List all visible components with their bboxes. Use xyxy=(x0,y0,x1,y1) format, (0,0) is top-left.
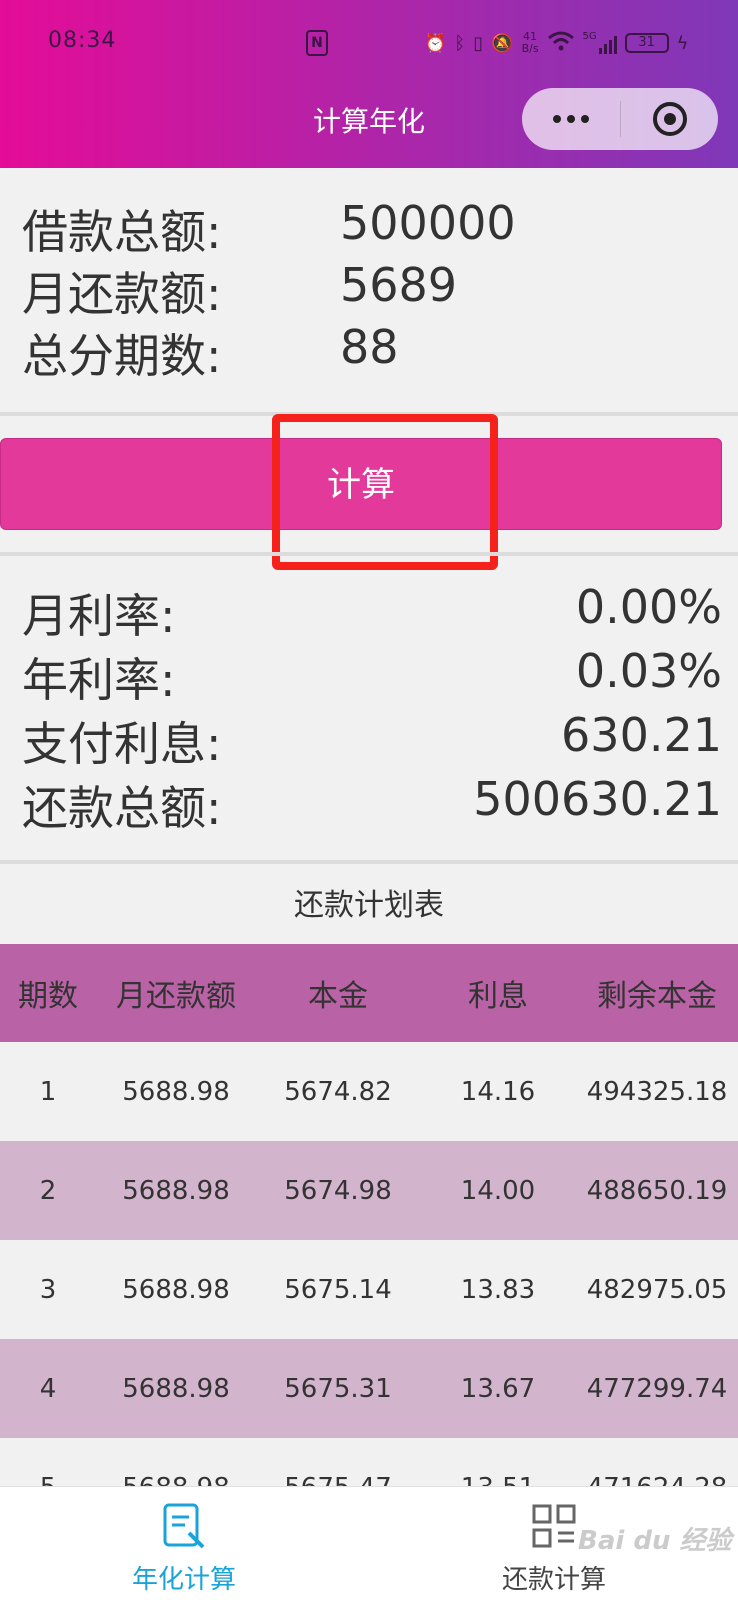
table-header: 期数 月还款额 本金 利息 剩余本金 xyxy=(0,944,738,1042)
loan-amount-label: 借款总额: xyxy=(22,205,222,259)
schedule-title: 还款计划表 xyxy=(294,888,444,923)
mute-icon: 🔕 xyxy=(491,32,514,54)
monthly-payment-input[interactable]: 5689 xyxy=(340,258,457,312)
status-bar: 08:34 N ⏰ ᛒ ▯ 🔕 41 B/s 5G 31 ϟ xyxy=(0,22,738,64)
column-header: 剩余本金 xyxy=(597,979,717,1014)
document-edit-icon xyxy=(163,1503,205,1549)
divider xyxy=(0,860,738,864)
monthly-payment-label: 月还款额: xyxy=(22,267,222,321)
monthly-rate-value: 0.00% xyxy=(575,580,722,634)
close-button[interactable] xyxy=(621,88,718,150)
status-icons: ⏰ ᛒ ▯ 🔕 41 B/s 5G 31 ϟ xyxy=(424,28,689,58)
wifi-icon xyxy=(547,30,575,57)
mini-program-capsule xyxy=(522,88,718,150)
interest-paid-value: 630.21 xyxy=(561,708,722,762)
total-repayment-value: 500630.21 xyxy=(473,772,722,826)
annual-rate-label: 年利率: xyxy=(22,653,176,707)
status-time: 08:34 xyxy=(48,28,117,53)
table-row: 2 5688.98 5674.98 14.00 488650.19 xyxy=(0,1141,738,1240)
vibrate-icon: ▯ xyxy=(473,32,484,54)
loan-amount-input[interactable]: 500000 xyxy=(340,196,516,250)
table-row: 4 5688.98 5675.31 13.67 477299.74 xyxy=(0,1339,738,1438)
calculate-button[interactable]: 计算 xyxy=(0,438,722,530)
charging-icon: ϟ xyxy=(676,32,689,54)
interest-paid-row: 支付利息: 630.21 xyxy=(22,708,722,771)
monthly-rate-label: 月利率: xyxy=(22,589,176,643)
tab-label: 还款计算 xyxy=(501,1565,606,1595)
total-repayment-label: 还款总额: xyxy=(22,781,222,835)
battery-icon: 31 xyxy=(624,33,669,53)
alarm-icon: ⏰ xyxy=(424,32,447,54)
column-header: 本金 xyxy=(308,979,368,1014)
divider xyxy=(0,412,738,416)
bluetooth-icon: ᛒ xyxy=(454,32,466,54)
annual-rate-row: 年利率: 0.03% xyxy=(22,644,722,707)
installments-input[interactable]: 88 xyxy=(340,320,399,374)
more-icon xyxy=(553,115,561,123)
interest-paid-label: 支付利息: xyxy=(22,717,222,771)
divider xyxy=(0,552,738,556)
annual-rate-value: 0.03% xyxy=(575,644,722,698)
column-header: 月还款额 xyxy=(116,979,236,1014)
table-row: 3 5688.98 5675.14 13.83 482975.05 xyxy=(0,1240,738,1339)
nfc-icon: N xyxy=(306,30,328,56)
more-button[interactable] xyxy=(522,88,620,150)
table-row: 1 5688.98 5674.82 14.16 494325.18 xyxy=(0,1042,738,1141)
close-icon xyxy=(652,102,687,136)
net-speed: 41 B/s xyxy=(521,30,539,55)
total-repayment-row: 还款总额: 500630.21 xyxy=(22,772,722,835)
column-header: 利息 xyxy=(468,979,528,1014)
tab-annualized-calc[interactable]: 年化计算 xyxy=(34,1487,334,1600)
app-header: 08:34 N ⏰ ᛒ ▯ 🔕 41 B/s 5G 31 ϟ 计算年化 xyxy=(0,0,738,168)
installments-label: 总分期数: xyxy=(22,329,222,383)
grid-icon xyxy=(532,1504,576,1548)
column-header: 期数 xyxy=(18,979,78,1014)
tab-label: 年化计算 xyxy=(131,1565,236,1595)
monthly-rate-row: 月利率: 0.00% xyxy=(22,580,722,643)
watermark-logo: Bai du 经验 xyxy=(578,1526,732,1556)
signal-icon: 5G xyxy=(583,32,617,54)
